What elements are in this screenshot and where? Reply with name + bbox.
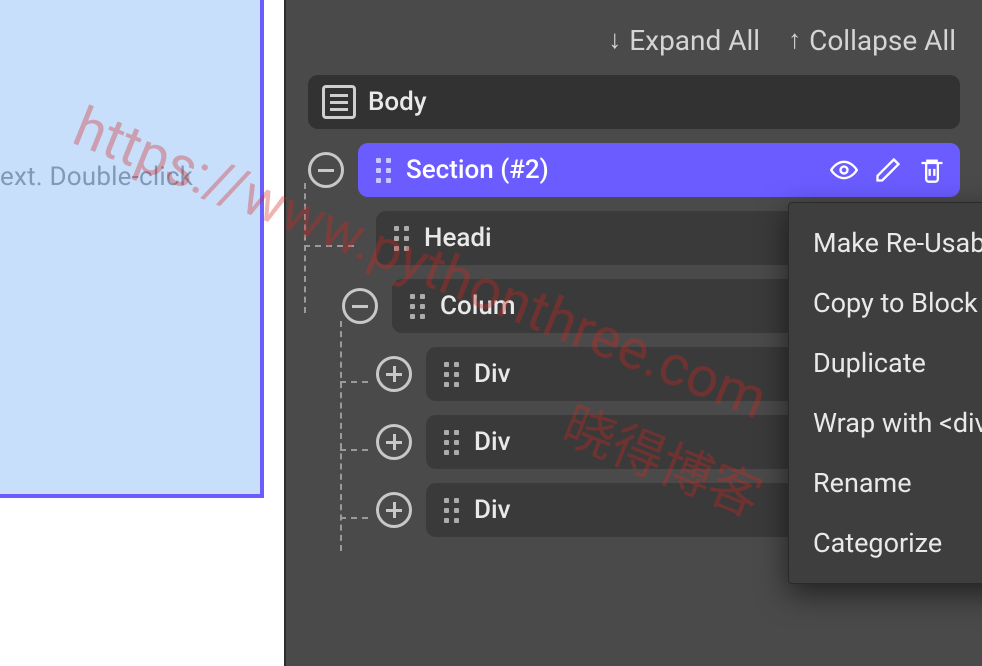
collapse-toggle-icon[interactable] bbox=[342, 288, 378, 324]
collapse-toggle-icon[interactable] bbox=[308, 152, 344, 188]
expand-all-label: Expand All bbox=[629, 24, 760, 57]
trash-icon[interactable] bbox=[918, 156, 946, 184]
canvas-placeholder-text: ext. Double-click bbox=[0, 162, 193, 192]
expand-all-button[interactable]: ↓ Expand All bbox=[608, 24, 760, 57]
tree-connector bbox=[304, 183, 306, 313]
menu-item-wrap-with-div[interactable]: Wrap with <div> bbox=[789, 393, 982, 453]
edit-icon[interactable] bbox=[874, 156, 902, 184]
collapse-all-label: Collapse All bbox=[809, 24, 956, 57]
drag-handle-icon[interactable] bbox=[440, 497, 462, 523]
arrow-up-icon: ↑ bbox=[788, 24, 801, 55]
drag-handle-icon[interactable] bbox=[440, 429, 462, 455]
node-label: Section (#2) bbox=[406, 155, 549, 185]
node-label: Headi bbox=[424, 223, 492, 253]
node-section[interactable]: Section (#2) bbox=[358, 143, 960, 197]
drag-handle-icon[interactable] bbox=[390, 225, 412, 251]
menu-item-make-reusable[interactable]: Make Re-Usable bbox=[789, 213, 982, 273]
eye-icon[interactable] bbox=[830, 156, 858, 184]
expand-toggle-icon[interactable] bbox=[376, 492, 412, 528]
canvas-selection-box[interactable]: ext. Double-click bbox=[0, 0, 264, 498]
node-label: Body bbox=[368, 87, 427, 117]
expand-toggle-icon[interactable] bbox=[376, 424, 412, 460]
context-menu: Make Re-Usable Copy to Block Duplicate W… bbox=[788, 202, 982, 584]
canvas-pane: ext. Double-click bbox=[0, 0, 284, 666]
expand-toggle-icon[interactable] bbox=[376, 356, 412, 392]
menu-item-rename[interactable]: Rename bbox=[789, 453, 982, 513]
drag-handle-icon[interactable] bbox=[406, 293, 428, 319]
panel-toolbar: ↓ Expand All ↑ Collapse All bbox=[286, 0, 982, 75]
tree-row-section[interactable]: Section (#2) bbox=[308, 143, 960, 197]
node-label: Colum bbox=[440, 291, 515, 321]
tree-row-body[interactable]: Body bbox=[308, 75, 960, 129]
menu-item-copy-to-block[interactable]: Copy to Block bbox=[789, 273, 982, 333]
drag-handle-icon[interactable] bbox=[372, 157, 394, 183]
body-icon bbox=[322, 85, 356, 119]
drag-handle-icon[interactable] bbox=[440, 361, 462, 387]
arrow-down-icon: ↓ bbox=[608, 24, 621, 55]
menu-item-categorize[interactable]: Categorize bbox=[789, 513, 982, 573]
node-actions bbox=[830, 156, 946, 184]
structure-panel: ↓ Expand All ↑ Collapse All Body Se bbox=[284, 0, 982, 666]
menu-item-duplicate[interactable]: Duplicate bbox=[789, 333, 982, 393]
node-label: Div bbox=[474, 495, 511, 525]
node-body[interactable]: Body bbox=[308, 75, 960, 129]
node-label: Div bbox=[474, 359, 511, 389]
collapse-all-button[interactable]: ↑ Collapse All bbox=[788, 24, 956, 57]
node-label: Div bbox=[474, 427, 511, 457]
